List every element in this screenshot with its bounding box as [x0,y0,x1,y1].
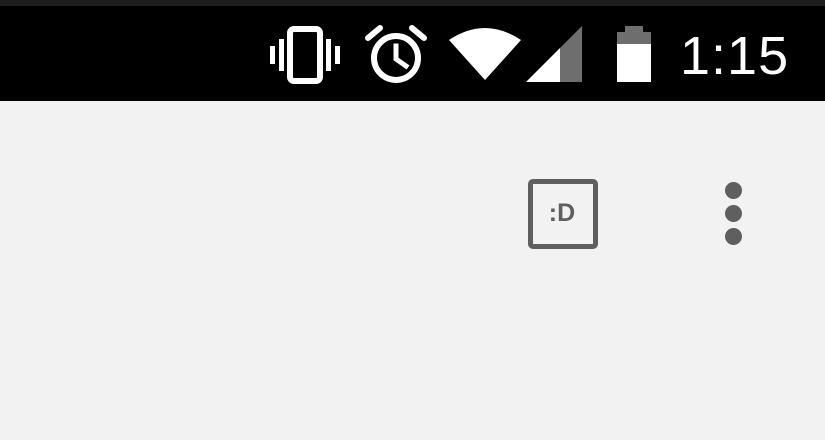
status-bar-top-edge [0,0,825,6]
more-dot-bottom [725,228,742,245]
alarm-icon [365,25,427,83]
more-dot-middle [725,205,742,222]
emoji-keyboard-label: :D [548,199,576,227]
wifi-icon [449,28,521,80]
battery-icon [617,26,651,82]
more-dot-top [725,182,742,199]
status-time: 1:15 [680,26,790,86]
cell-signal-icon [526,26,582,82]
status-bar: 1:15 [0,0,825,101]
emoji-keyboard-button[interactable]: :D [526,177,598,249]
more-options-button[interactable] [708,172,758,254]
vibrate-icon [270,26,340,84]
content-area [0,101,825,440]
